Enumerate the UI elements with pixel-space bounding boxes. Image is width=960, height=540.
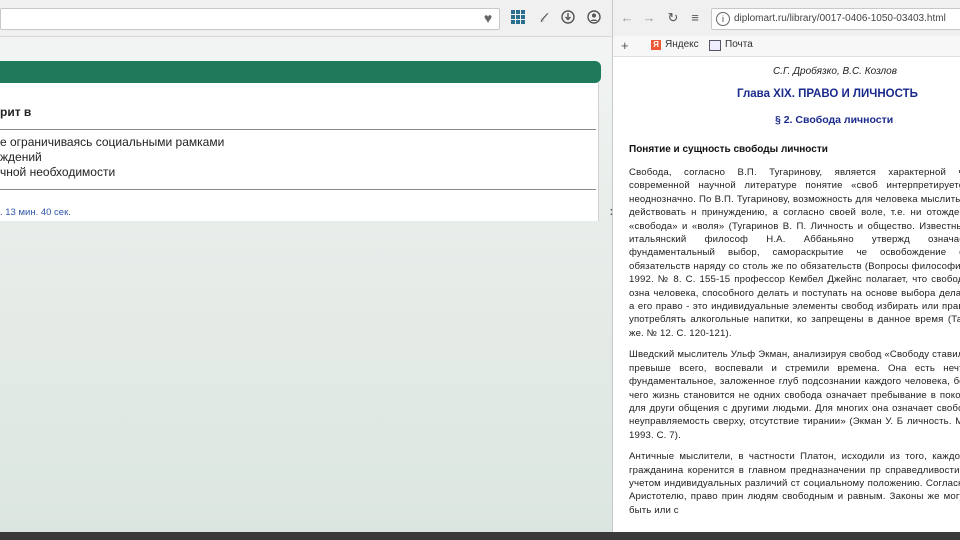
divider-top — [0, 129, 596, 130]
paragraph: Античные мыслители, в частности Платон, … — [629, 451, 960, 516]
paragraph: Свобода, согласно В.П. Тугаринову, являе… — [629, 167, 960, 339]
article-authors: С.Г. Дробязко, В.С. Козлов — [773, 66, 897, 77]
list-item: е ограничиваясь социальными рамками — [0, 135, 225, 149]
right-browser-window: ← → ↻ ≡ i diplomart.ru/library/0017-0406… — [612, 0, 960, 540]
list-item: ждений — [0, 150, 42, 164]
divider-bottom — [0, 189, 596, 190]
heart-icon[interactable]: ♥ — [480, 10, 496, 26]
card-list: е ограничиваясь социальными рамками жден… — [0, 135, 224, 180]
profile-icon[interactable] — [586, 10, 602, 26]
mail-icon — [709, 40, 721, 51]
yandex-icon: Я — [651, 40, 661, 50]
left-toolbar: ♥ 𝓁 — [0, 0, 612, 37]
reload-icon[interactable]: ↻ — [665, 10, 681, 26]
timer-text: . 13 мин. 40 сек. — [0, 207, 71, 218]
chapter-title: Глава XIX. ПРАВО И ЛИЧНОСТЬ — [737, 88, 918, 100]
paragraph: Шведский мыслитель Ульф Экман, анализиру… — [629, 349, 960, 441]
left-browser-window: ♥ 𝓁 рит в е ограничиваясь социальными ра… — [0, 0, 612, 540]
content-card: рит в е ограничиваясь социальными рамкам… — [0, 83, 599, 221]
bookmarks-bar: + Я Яндекс Почта — [613, 36, 960, 57]
url-text: diplomart.ru/library/0017-0406-1050-0340… — [734, 13, 946, 24]
list-item: чной необходимости — [0, 165, 116, 179]
green-header-bar — [0, 61, 601, 83]
back-icon[interactable]: ← — [619, 10, 635, 26]
apps-grid-icon[interactable] — [510, 10, 526, 26]
taskbar — [0, 532, 960, 540]
info-icon: i — [716, 12, 730, 26]
bookmark-yandex[interactable]: Яндекс — [665, 39, 699, 50]
download-icon[interactable] — [560, 10, 576, 26]
translate-icon[interactable]: 𝓁 — [534, 10, 550, 26]
right-address-bar[interactable]: i diplomart.ru/library/0017-0406-1050-03… — [711, 8, 960, 30]
forward-icon[interactable]: → — [641, 10, 657, 26]
bookmark-mail[interactable]: Почта — [725, 39, 753, 50]
right-toolbar: ← → ↻ ≡ i diplomart.ru/library/0017-0406… — [613, 0, 960, 37]
new-tab-icon[interactable]: + — [621, 38, 629, 53]
subsection-heading: Понятие и сущность свободы личности — [629, 144, 828, 155]
section-title: § 2. Свобода личности — [775, 114, 894, 126]
reader-list-icon[interactable]: ≡ — [687, 10, 703, 26]
left-address-bar[interactable] — [0, 8, 500, 30]
card-heading: рит в — [0, 105, 32, 119]
